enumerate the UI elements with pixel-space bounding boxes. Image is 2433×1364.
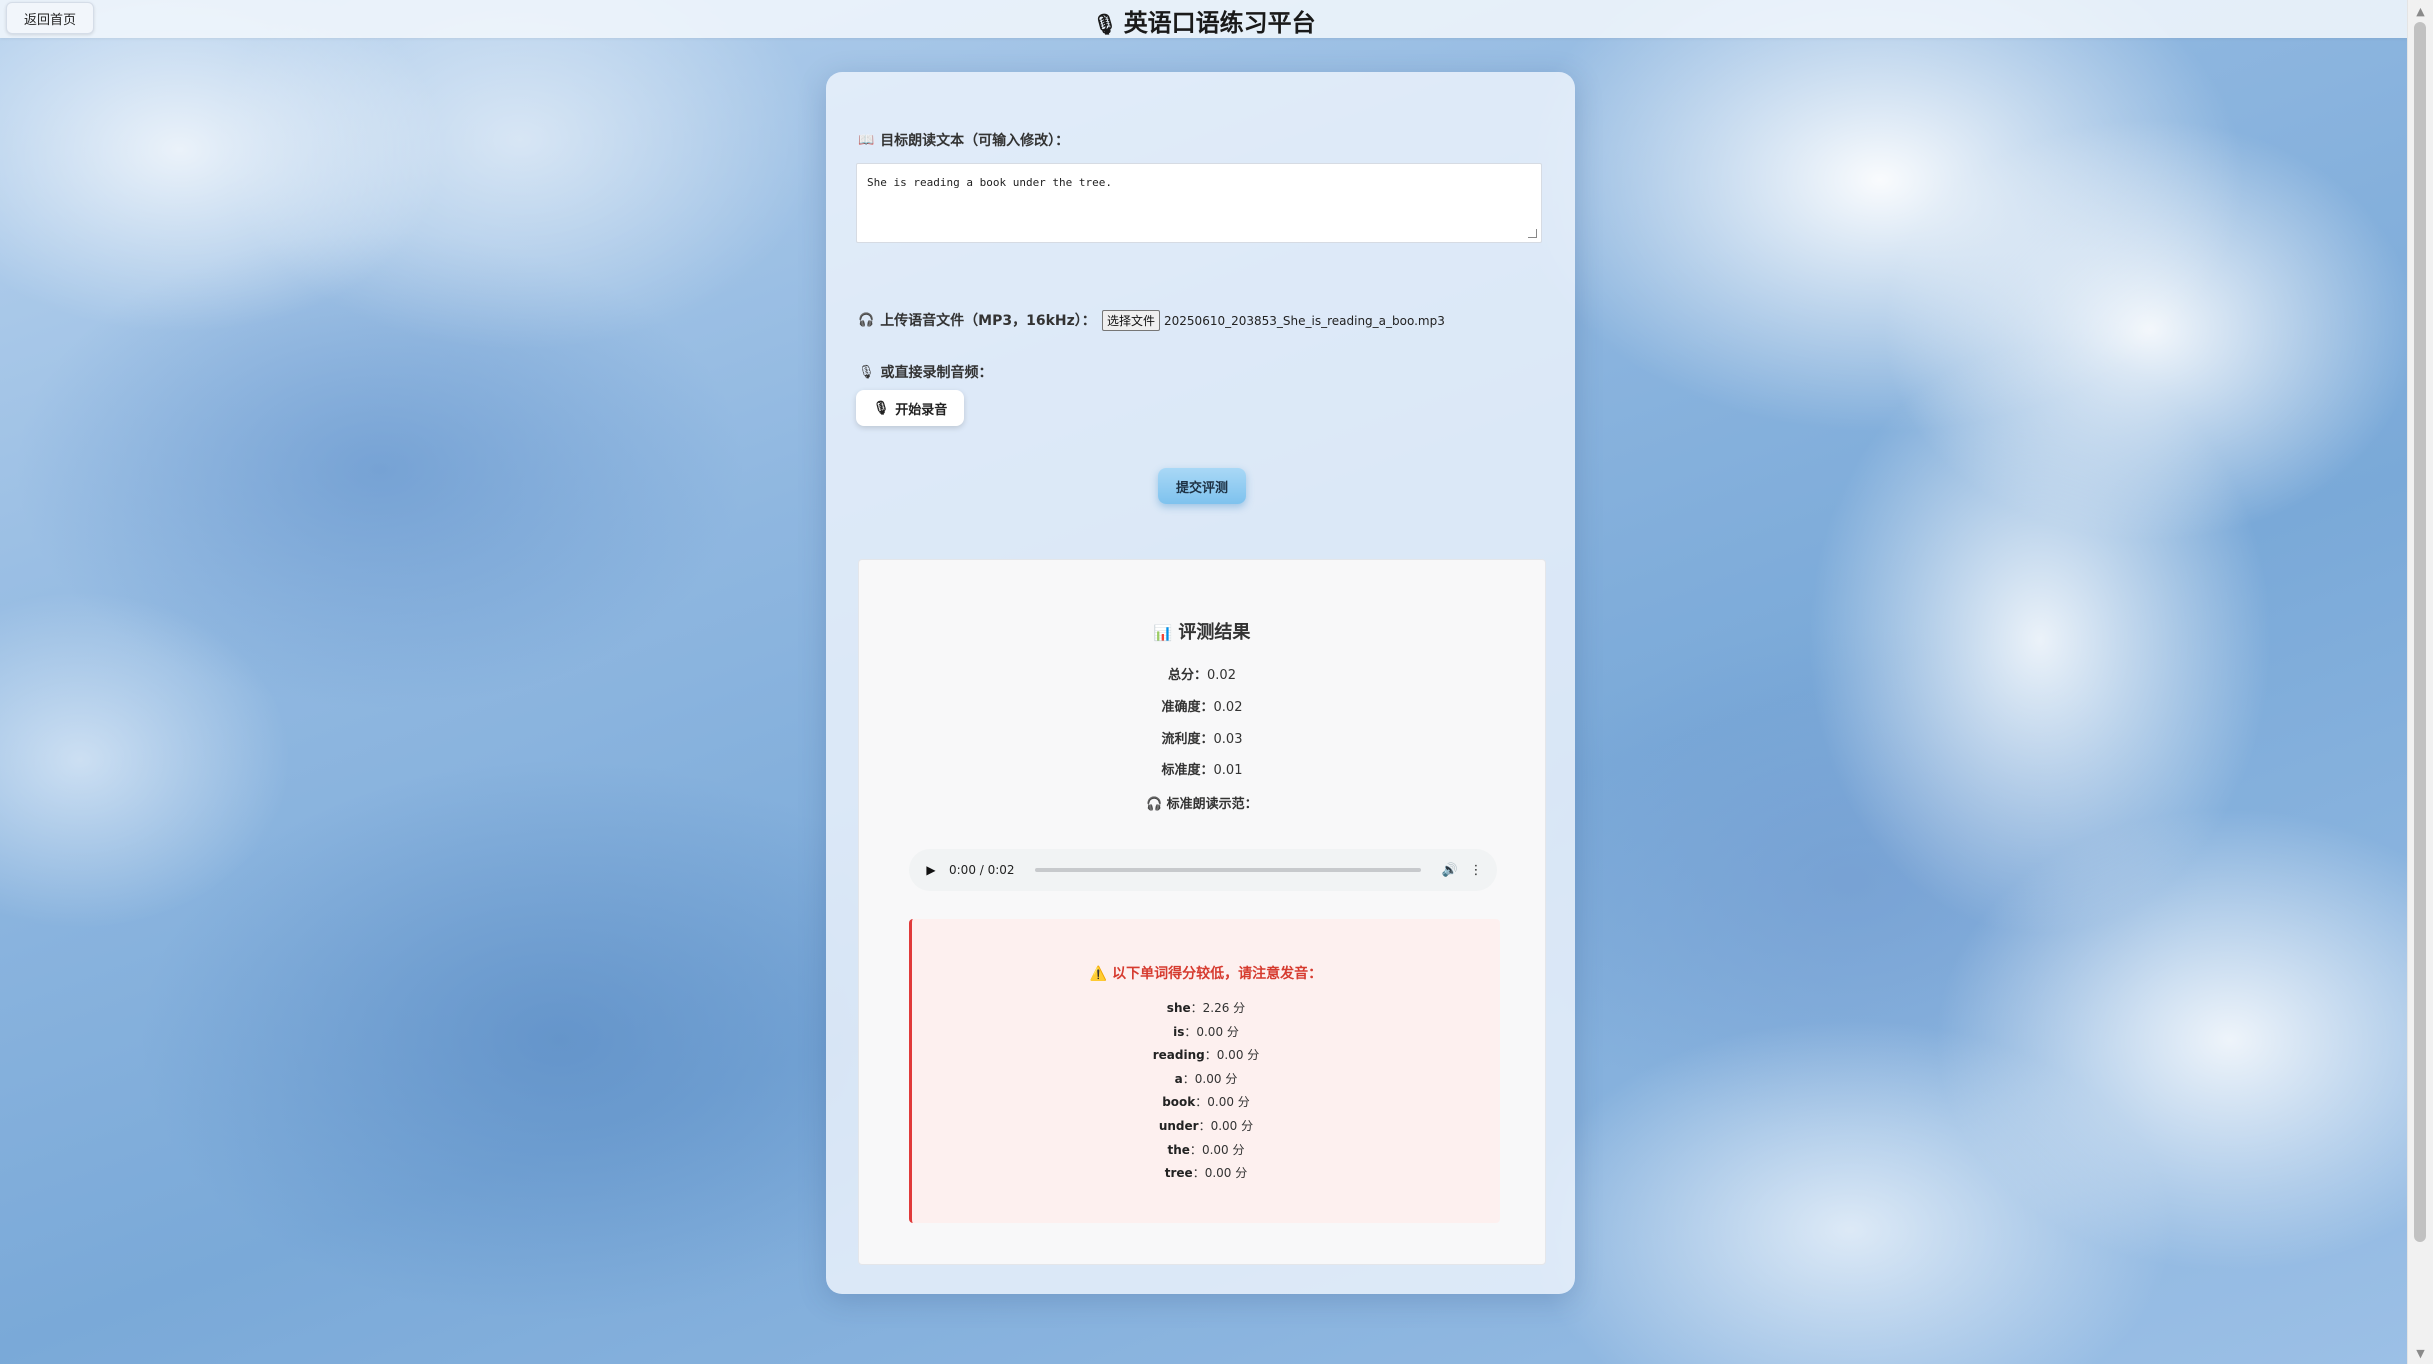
resize-handle[interactable]	[1528, 229, 1537, 238]
score-label: 准确度：	[1161, 700, 1214, 715]
microphone-icon: 🎙	[872, 400, 890, 416]
start-recording-label: 开始录音	[895, 402, 948, 418]
microphone-icon: 🎙	[858, 364, 875, 380]
score-value: 0.02	[1213, 700, 1243, 715]
list-item: a：0.00 分	[1174, 1071, 1238, 1086]
list-item: book：0.00 分	[1162, 1095, 1250, 1110]
warning-icon: ⚠️	[1089, 966, 1108, 982]
bar-chart-icon: 📊	[1153, 624, 1173, 642]
target-text-value: She is reading a book under the tree.	[867, 176, 1113, 189]
list-item: the：0.00 分	[1167, 1142, 1245, 1157]
word: tree	[1164, 1166, 1193, 1181]
score-label: 总分：	[1168, 668, 1208, 683]
warning-title: ⚠️ 以下单词得分较低，请注意发音：	[912, 963, 1500, 983]
score-value: 0.02	[1207, 668, 1236, 683]
headphones-icon: 🎧	[1146, 797, 1163, 812]
word-score: 0.00 分	[1216, 1048, 1260, 1063]
word-score: 0.00 分	[1201, 1142, 1245, 1157]
scroll-down-arrow-icon[interactable]: ▼	[2408, 1342, 2433, 1364]
score-fluency: 流利度：0.03	[859, 728, 1545, 747]
demo-label: 标准朗读示范：	[1166, 797, 1258, 812]
book-icon: 📖	[858, 132, 875, 148]
word-score: 0.00 分	[1194, 1071, 1238, 1086]
word: book	[1162, 1095, 1196, 1110]
list-item: she：2.26 分	[1166, 1001, 1246, 1015]
record-label: 或直接录制音频：	[880, 365, 993, 381]
result-card: 📊 评测结果 总分：0.02 准确度：0.02 流利度：0.03 标准度：0.01…	[858, 559, 1546, 1265]
target-text-input[interactable]: She is reading a book under the tree.	[856, 163, 1542, 243]
warning-title-text: 以下单词得分较低，请注意发音：	[1112, 966, 1323, 982]
word-score: 0.00 分	[1207, 1095, 1250, 1110]
selected-file-name: 20250610_203853_She_is_reading_a_boo.mp3	[1164, 313, 1445, 328]
result-title: 📊 评测结果	[859, 618, 1545, 644]
submit-evaluation-button[interactable]: 提交评测	[1158, 468, 1246, 504]
audio-player: ▶ 0:00 / 0:02 🔊 ⋮	[909, 849, 1497, 891]
upload-label-row: 🎧 上传语音文件（MP3，16kHz）：	[858, 310, 1096, 330]
audio-progress-bar[interactable]	[1034, 868, 1421, 872]
low-score-word-list: she：2.26 分 is：0.00 分 reading：0.00 分 a：0.…	[912, 997, 1500, 1186]
record-label-row: 🎙 或直接录制音频：	[858, 362, 993, 382]
page-title-text: 英语口语练习平台	[1123, 9, 1316, 37]
more-vert-icon[interactable]: ⋮	[1467, 863, 1485, 878]
page-scrollbar[interactable]: ▲ ▼	[2407, 0, 2433, 1364]
word-score: 0.00 分	[1196, 1024, 1239, 1039]
top-bar: 返回首页 🎙 英语口语练习平台	[0, 0, 2408, 38]
target-text-label: 目标朗读文本（可输入修改）：	[880, 133, 1070, 149]
play-icon[interactable]: ▶	[921, 863, 941, 877]
score-value: 0.01	[1213, 763, 1243, 778]
word: is	[1173, 1024, 1185, 1039]
demo-label-row: 🎧 标准朗读示范：	[859, 793, 1545, 812]
score-label: 标准度：	[1161, 763, 1214, 778]
scrollbar-thumb[interactable]	[2414, 22, 2426, 1242]
word-score: 0.00 分	[1210, 1118, 1254, 1133]
word-score: 2.26 分	[1202, 1001, 1246, 1015]
word: reading	[1152, 1048, 1205, 1063]
list-item: reading：0.00 分	[1152, 1048, 1260, 1063]
word: the	[1167, 1142, 1190, 1157]
score-label: 流利度：	[1161, 732, 1214, 747]
result-title-text: 评测结果	[1178, 622, 1251, 643]
word-score: 0.00 分	[1204, 1166, 1248, 1181]
page-title: 🎙 英语口语练习平台	[0, 3, 2408, 38]
headphones-icon: 🎧	[858, 312, 875, 328]
microphone-icon: 🎙	[1092, 12, 1118, 36]
audio-time: 0:00 / 0:02	[949, 863, 1015, 877]
upload-label: 上传语音文件（MP3，16kHz）：	[880, 313, 1096, 329]
choose-file-button[interactable]: 选择文件	[1102, 310, 1161, 331]
score-accuracy: 准确度：0.02	[859, 696, 1545, 715]
word: she	[1166, 1001, 1191, 1015]
scroll-up-arrow-icon[interactable]: ▲	[2408, 0, 2433, 22]
score-total: 总分：0.02	[859, 664, 1545, 683]
word: a	[1174, 1071, 1183, 1086]
list-item: tree：0.00 分	[1164, 1166, 1248, 1181]
main-panel: 📖 目标朗读文本（可输入修改）： She is reading a book u…	[826, 72, 1575, 1294]
word: under	[1158, 1118, 1199, 1133]
start-recording-button[interactable]: 🎙 开始录音	[856, 390, 964, 426]
low-score-warning: ⚠️ 以下单词得分较低，请注意发音： she：2.26 分 is：0.00 分 …	[909, 919, 1500, 1223]
score-value: 0.03	[1213, 732, 1243, 747]
list-item: under：0.00 分	[1158, 1118, 1254, 1133]
target-text-label-row: 📖 目标朗读文本（可输入修改）：	[858, 130, 1069, 150]
score-standard: 标准度：0.01	[859, 759, 1545, 778]
volume-icon[interactable]: 🔊	[1441, 863, 1459, 878]
file-input[interactable]: 选择文件 20250610_203853_She_is_reading_a_bo…	[1102, 310, 1445, 331]
list-item: is：0.00 分	[1173, 1024, 1239, 1039]
